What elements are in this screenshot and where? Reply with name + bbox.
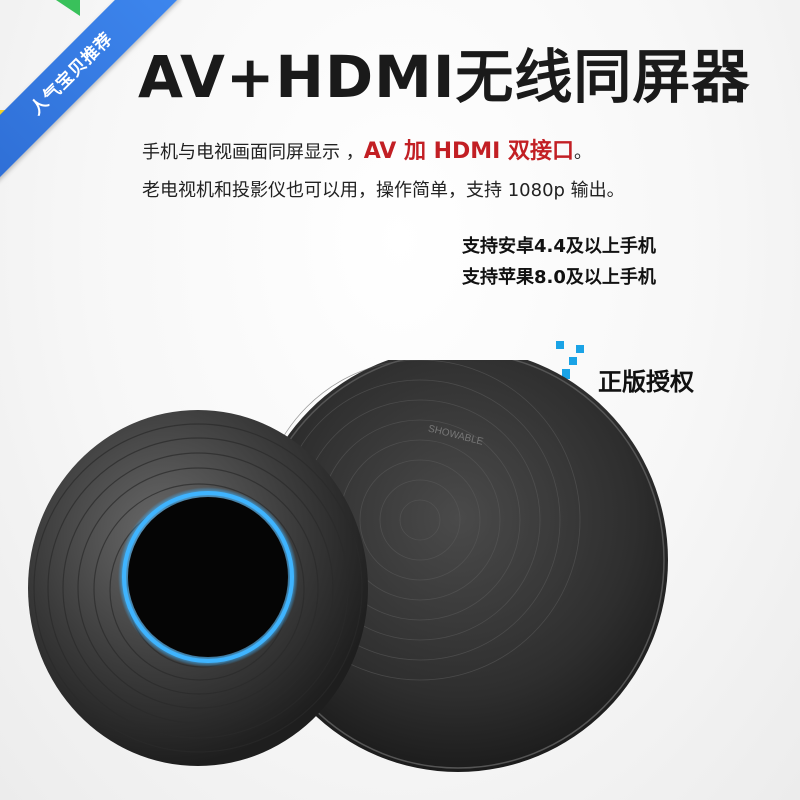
support-android: 支持安卓4.4及以上手机: [462, 236, 656, 257]
support-apple: 支持苹果8.0及以上手机: [462, 267, 656, 288]
description-suffix: 。: [574, 142, 593, 163]
description-prefix: 手机与电视画面同屏显示 ，: [142, 142, 364, 163]
device-front: [28, 410, 368, 766]
description-highlight: AV 加 HDMI 双接口: [363, 139, 575, 164]
product-image: SHOWABLE: [28, 360, 668, 772]
ribbon-accent-green: [56, 0, 80, 16]
description-line-2: 老电视机和投影仪也可以用，操作简单，支持 1080p 输出。: [142, 180, 625, 201]
description-line-1: 手机与电视画面同屏显示 ，AV 加 HDMI 双接口。: [142, 133, 592, 165]
center-button: [128, 497, 288, 657]
headline: AV+HDMI无线同屏器: [138, 43, 751, 111]
